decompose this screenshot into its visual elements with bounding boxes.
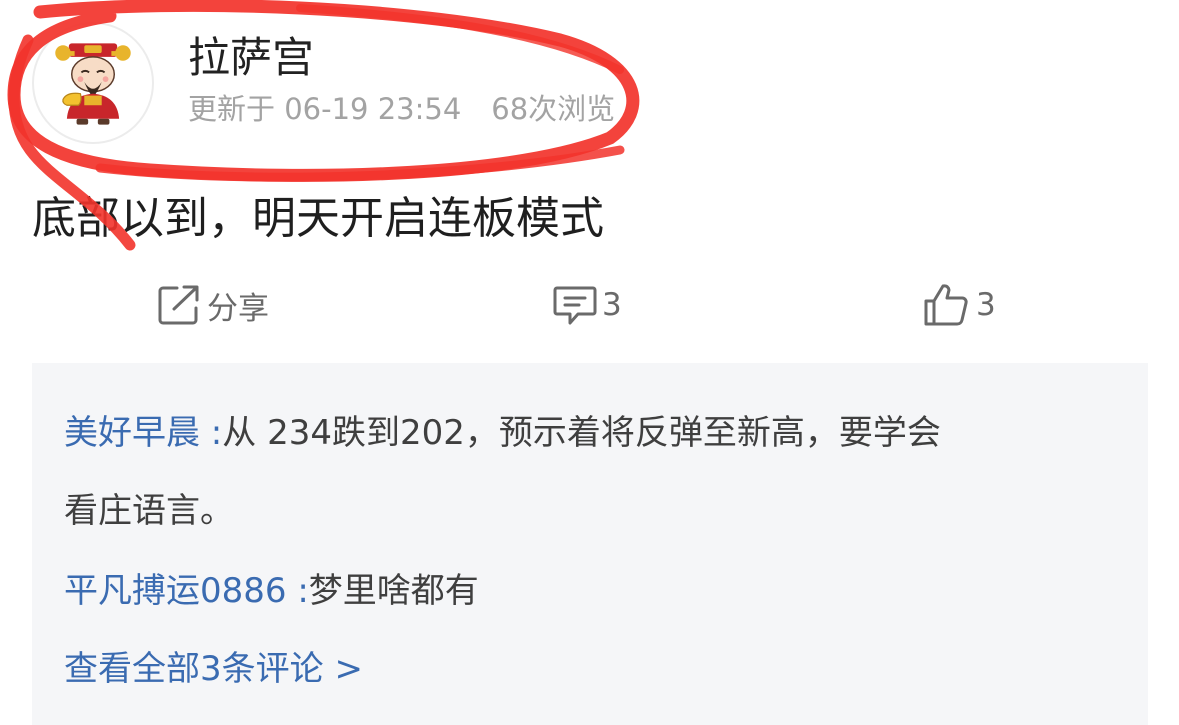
like-count: 3 [976,287,996,323]
comment-text-continued: 看庄语言。 [64,491,234,531]
thumbs-up-icon [924,284,968,326]
share-icon [158,285,199,325]
share-button[interactable]: 分享 [157,280,269,330]
comment-author[interactable]: 平凡搏运0886 [64,571,287,611]
author-avatar[interactable] [32,22,154,144]
comment-button[interactable]: 3 [552,280,622,330]
comment-icon [553,286,597,325]
share-label: 分享 [207,290,269,327]
comment-author[interactable]: 美好早晨 [64,413,200,453]
updated-time: 更新于 06-19 23:54 [188,92,462,126]
author-name[interactable]: 拉萨宫 [188,30,314,86]
comment-separator: : [200,413,223,453]
comment-separator: : [286,571,309,611]
comment-count: 3 [602,287,622,323]
post-text: 底部以到，明天开启连板模式 [32,193,604,244]
view-all-comments-link[interactable]: 查看全部3条评论 > [64,647,363,691]
view-count: 68次浏览 [491,92,616,126]
comments-panel: 美好早晨 :从 234跌到202，预示着将反弹至新高，要学会 看庄语言。 平凡搏… [32,363,1148,725]
god-of-wealth-avatar-icon [55,43,131,125]
comment-text: 梦里啥都有 [308,571,479,611]
post-meta: 更新于 06-19 23:54 68次浏览 [188,90,615,128]
like-button[interactable]: 3 [922,280,996,330]
comment-item[interactable]: 平凡搏运0886 :梦里啥都有 [64,569,1124,613]
comment-item[interactable]: 美好早晨 :从 234跌到202，预示着将反弹至新高，要学会 看庄语言。 [64,411,1124,533]
comment-text: 从 234跌到202，预示着将反弹至新高，要学会 [222,413,941,453]
